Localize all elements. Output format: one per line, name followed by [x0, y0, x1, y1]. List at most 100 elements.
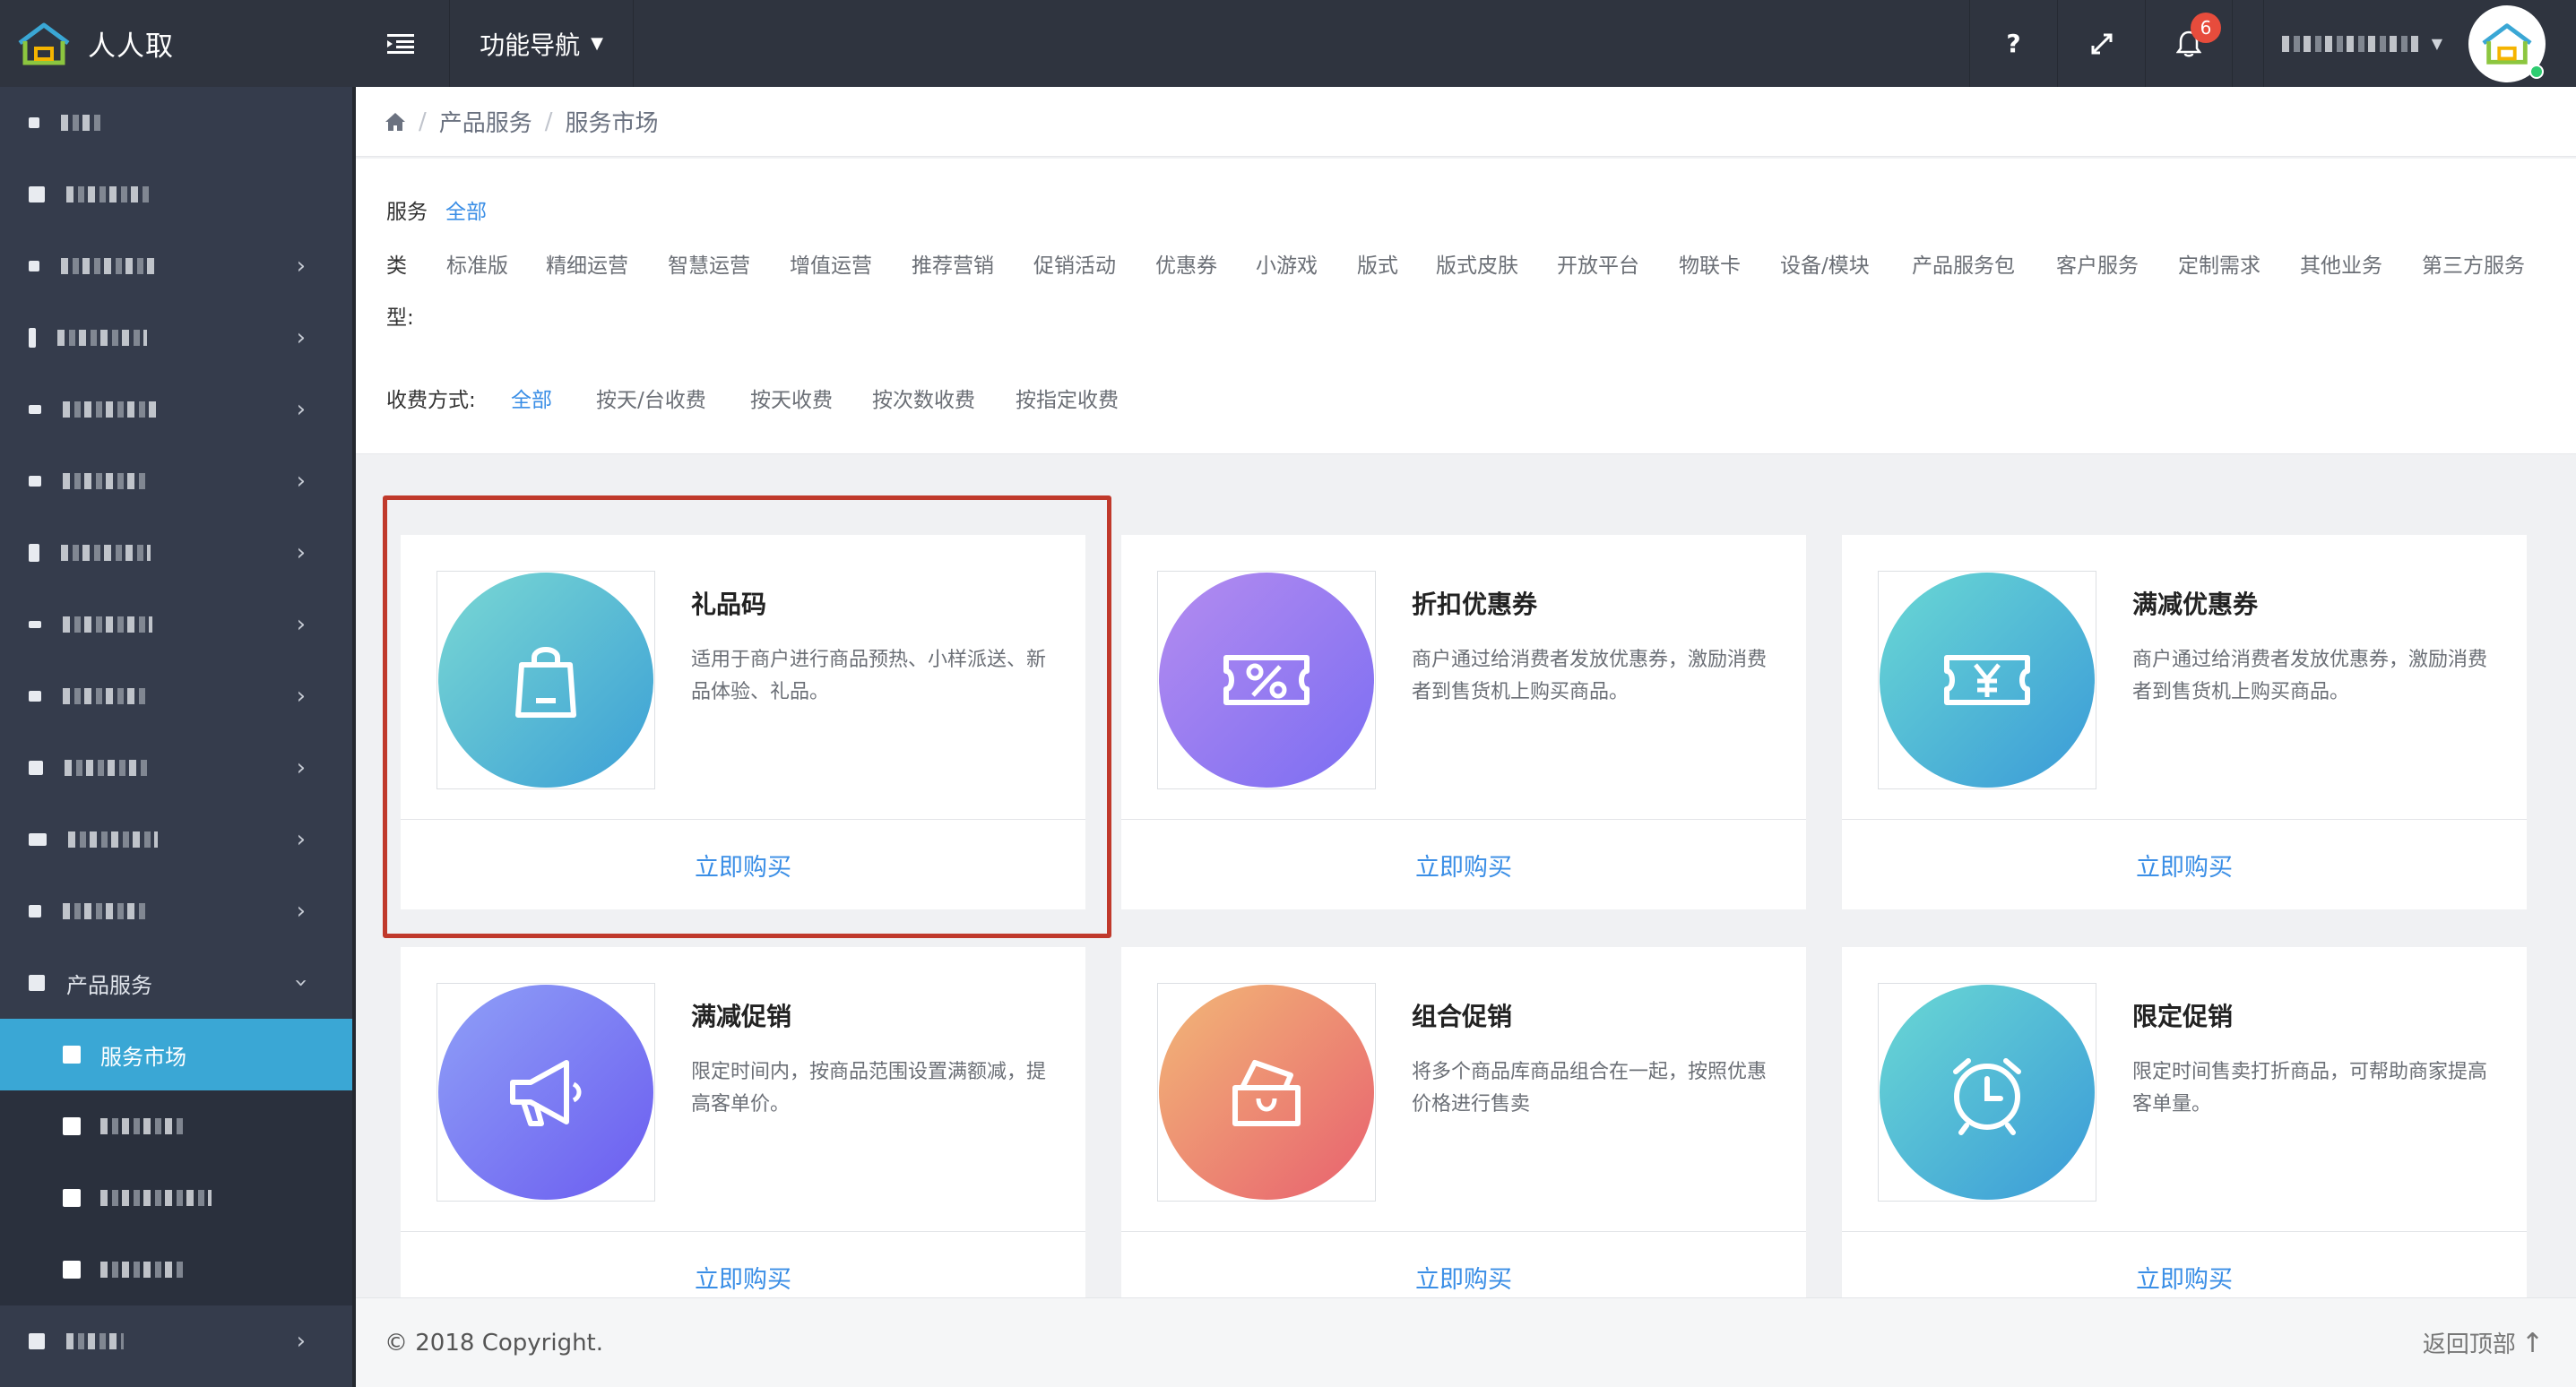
logo[interactable]: 人人取: [0, 0, 352, 87]
type-option[interactable]: 优惠券: [1155, 248, 1217, 279]
type-option[interactable]: 版式: [1357, 248, 1398, 279]
type-option[interactable]: 物联卡: [1679, 248, 1741, 279]
type-option[interactable]: 其他业务: [2300, 248, 2382, 279]
combo-basket-icon: [1159, 985, 1374, 1200]
type-option[interactable]: 产品服务包: [1912, 248, 2015, 279]
avatar[interactable]: [2468, 5, 2546, 82]
help-icon: ?: [2006, 29, 2021, 58]
card-description: 限定时间内，按商品范围设置满额减，提高客单价。: [691, 1061, 1047, 1116]
card-body: 折扣优惠券 商户通过给消费者发放优惠券，激励消费者到售货机上购买商品。: [1121, 535, 1806, 820]
chevron-right-icon: ›: [296, 683, 306, 710]
chevron-right-icon: ›: [296, 1328, 306, 1355]
sidebar-subitem-service-market[interactable]: 服务市场: [0, 1019, 352, 1090]
sidebar-item-product-services[interactable]: 产品服务 ›: [0, 947, 352, 1019]
sidebar-item-redacted[interactable]: ›: [0, 374, 352, 445]
product-icon: [29, 975, 45, 991]
back-to-top-link[interactable]: 返回顶部 ↑: [2423, 1326, 2544, 1359]
caret-down-icon: ▼: [2431, 35, 2442, 52]
sidebar-item-redacted[interactable]: ›: [0, 302, 352, 374]
card-description: 商户通过给消费者发放优惠券，激励消费者到售货机上购买商品。: [1412, 649, 1768, 703]
sidebar-item-label: 服务市场: [100, 1044, 186, 1070]
fee-filter-all[interactable]: 全部: [511, 383, 552, 413]
redacted-label: [68, 831, 158, 848]
redacted-label: [63, 473, 149, 489]
home-icon[interactable]: [385, 112, 406, 132]
sidebar-item-redacted[interactable]: ›: [0, 517, 352, 589]
sidebar-item-redacted[interactable]: ›: [0, 660, 352, 732]
function-nav-dropdown[interactable]: 功能导航 ▼: [449, 0, 634, 87]
type-option[interactable]: 定制需求: [2178, 248, 2260, 279]
sidebar-item-redacted[interactable]: ›: [0, 445, 352, 517]
house-logo-icon: [2482, 23, 2532, 65]
type-option[interactable]: 设备/模块: [1780, 248, 1870, 279]
type-option[interactable]: 增值运营: [790, 248, 872, 279]
type-option[interactable]: 精细运营: [546, 248, 628, 279]
type-option[interactable]: 版式皮肤: [1436, 248, 1518, 279]
buy-now-button[interactable]: 立即购买: [1121, 820, 1806, 909]
menu-indent-icon: [387, 33, 414, 54]
menu-icon: [29, 544, 39, 562]
breadcrumb-separator: /: [544, 108, 553, 135]
menu-icon: [29, 1333, 45, 1349]
redacted-label: [63, 401, 156, 418]
sidebar-item-redacted[interactable]: ›: [0, 732, 352, 804]
card-title: 折扣优惠券: [1412, 590, 1538, 619]
sidebar-item-redacted[interactable]: ›: [0, 230, 352, 302]
sidebar-item-redacted[interactable]: [0, 87, 352, 159]
sidebar-item-redacted[interactable]: ›: [0, 589, 352, 660]
chevron-down-icon: ›: [287, 978, 315, 988]
sidebar-item-redacted[interactable]: [0, 159, 352, 230]
fee-option[interactable]: 按天/台收费: [596, 383, 706, 413]
card-description: 将多个商品库商品组合在一起，按照优惠价格进行售卖: [1412, 1061, 1768, 1116]
type-option[interactable]: 第三方服务: [2422, 248, 2525, 279]
fee-option[interactable]: 按天收费: [750, 383, 833, 413]
sidebar-subitem-redacted[interactable]: [0, 1162, 352, 1234]
type-filter-label-cont: 型:: [386, 306, 414, 330]
chevron-right-icon: ›: [296, 898, 306, 925]
service-card: 折扣优惠券 商户通过给消费者发放优惠券，激励消费者到售货机上购买商品。 立即购买: [1121, 535, 1806, 909]
username-redacted: [2282, 35, 2421, 52]
redacted-label: [61, 545, 151, 561]
notifications-button[interactable]: 6: [2145, 0, 2233, 87]
notification-badge: 6: [2191, 13, 2221, 43]
sidebar-item-redacted[interactable]: ›: [0, 875, 352, 947]
type-option[interactable]: 标准版: [446, 248, 508, 279]
expand-icon: [2091, 33, 2112, 54]
service-filter-all[interactable]: 全部: [445, 194, 487, 225]
menu-icon: [29, 761, 43, 775]
service-card: 满减促销 限定时间内，按商品范围设置满额减，提高客单价。 立即购买: [401, 947, 1085, 1297]
type-option[interactable]: 客户服务: [2056, 248, 2139, 279]
chevron-right-icon: ›: [296, 826, 306, 853]
type-option[interactable]: 开放平台: [1557, 248, 1639, 279]
sidebar-item-redacted[interactable]: ›: [0, 804, 352, 875]
sidebar-subitem-redacted[interactable]: [0, 1090, 352, 1162]
sidebar-item-redacted[interactable]: ›: [0, 1305, 352, 1377]
redacted-label: [66, 186, 152, 202]
breadcrumb-service-market: 服务市场: [565, 110, 659, 137]
arrow-up-icon: ↑: [2520, 1328, 2544, 1359]
type-option[interactable]: 促销活动: [1033, 248, 1116, 279]
menu-icon: [29, 833, 47, 846]
chevron-right-icon: ›: [296, 396, 306, 423]
type-option[interactable]: 小游戏: [1256, 248, 1318, 279]
menu-toggle-button[interactable]: [352, 0, 449, 87]
card-body: 满减优惠券 商户通过给消费者发放优惠券，激励消费者到售货机上购买商品。: [1842, 535, 2527, 820]
fee-option[interactable]: 按次数收费: [872, 383, 975, 413]
type-option[interactable]: 推荐营销: [912, 248, 994, 279]
service-card: 满减优惠券 商户通过给消费者发放优惠券，激励消费者到售货机上购买商品。 立即购买: [1842, 535, 2527, 909]
alarm-clock-icon: [1880, 985, 2095, 1200]
card-thumbnail: [1878, 571, 2096, 789]
card-title: 满减促销: [691, 1002, 792, 1031]
fullscreen-button[interactable]: [2057, 0, 2145, 87]
help-button[interactable]: ?: [1969, 0, 2057, 87]
buy-now-button[interactable]: 立即购买: [1842, 820, 2527, 909]
redacted-label: [63, 688, 145, 704]
redacted-label: [57, 330, 147, 346]
fee-option[interactable]: 按指定收费: [1016, 383, 1119, 413]
user-menu[interactable]: ▼: [2263, 0, 2442, 87]
chevron-right-icon: ›: [296, 324, 306, 351]
fee-filter-label: 收费方式:: [386, 389, 476, 412]
breadcrumb-product-services[interactable]: 产品服务: [439, 105, 532, 138]
type-option[interactable]: 智慧运营: [668, 248, 750, 279]
sidebar-subitem-redacted[interactable]: [0, 1234, 352, 1305]
